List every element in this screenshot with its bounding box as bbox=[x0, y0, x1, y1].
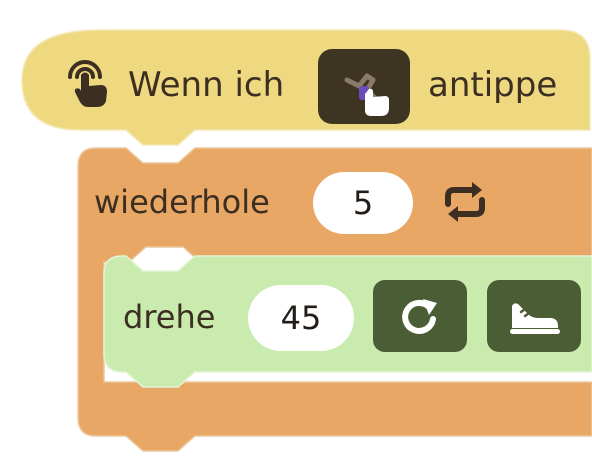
repeat-label: wiederhole bbox=[94, 183, 270, 221]
sprite-thumbnail[interactable] bbox=[318, 49, 410, 124]
event-label-when: Wenn ich bbox=[128, 65, 285, 105]
shoe-icon bbox=[510, 303, 560, 334]
rotate-clockwise-icon bbox=[402, 299, 437, 334]
turn-degrees-input[interactable]: 45 bbox=[248, 285, 354, 351]
event-label-tap: antippe bbox=[428, 65, 558, 105]
repeat-count-input[interactable]: 5 bbox=[313, 172, 413, 234]
turn-label: drehe bbox=[123, 298, 216, 336]
repeat-icon bbox=[440, 178, 490, 228]
tap-hand-icon bbox=[60, 55, 114, 109]
sprite-action-button[interactable] bbox=[487, 280, 581, 352]
sprite-icon bbox=[344, 73, 389, 116]
rotate-clockwise-button[interactable] bbox=[373, 280, 467, 352]
